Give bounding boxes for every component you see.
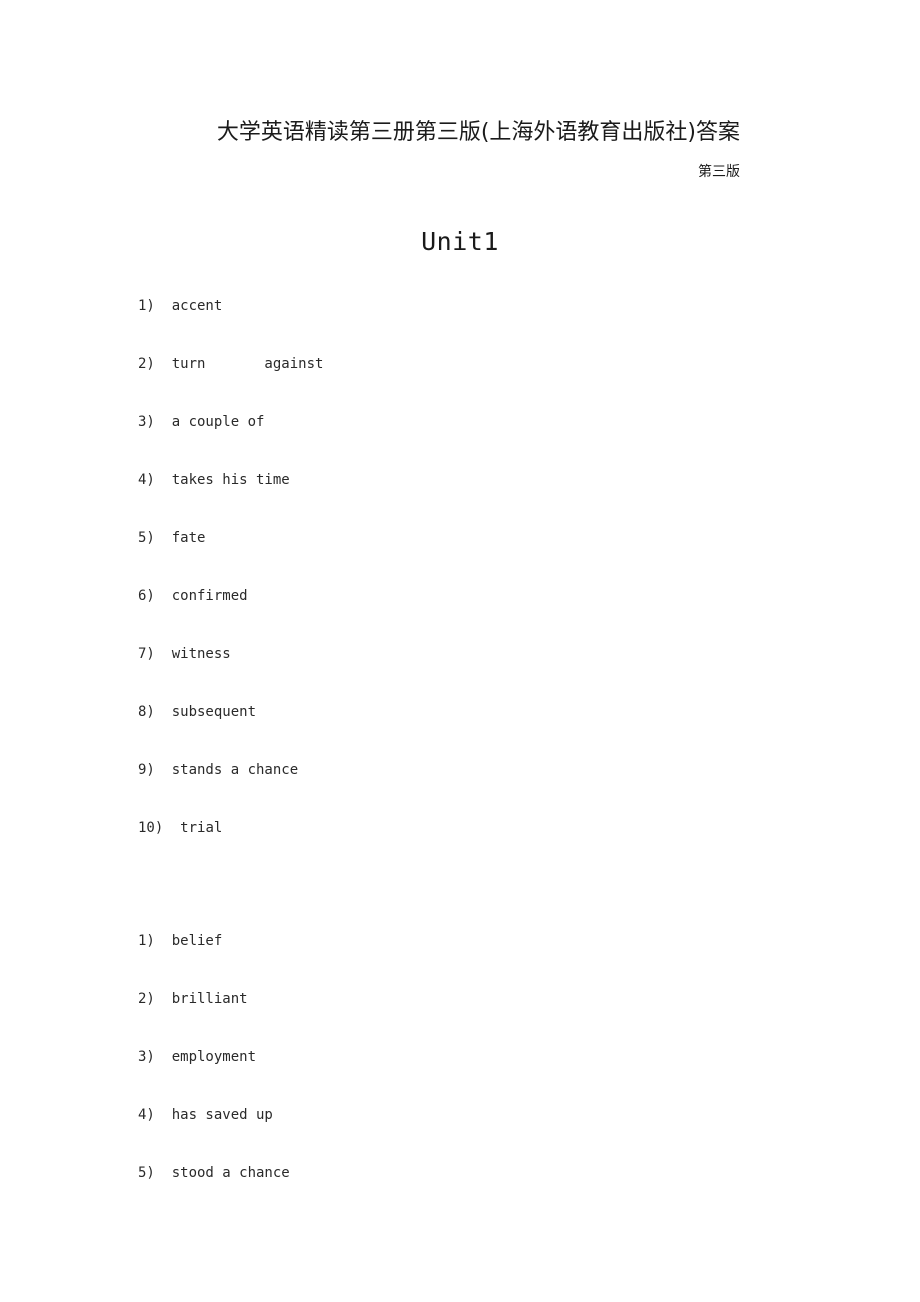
list-item-number: 1)	[138, 298, 155, 314]
list-item-answer: fate	[154, 530, 206, 546]
list-item: 4) has saved up	[138, 1104, 778, 1162]
list-item-answer: subsequent	[154, 704, 257, 720]
list-item-answer: witness	[154, 646, 231, 662]
list-item: 1) accent	[138, 295, 778, 353]
list-item-number: 5)	[138, 530, 155, 546]
list-item-number: 3)	[138, 414, 155, 430]
list-item: 1) belief	[138, 930, 778, 988]
list-item-answer: accent	[154, 298, 223, 314]
list-item-answer: employment	[154, 1049, 257, 1065]
list-item: 2) turn against	[138, 353, 778, 411]
list-item: 3) a couple of	[138, 411, 778, 469]
list-item-answer: belief	[154, 933, 223, 949]
list-item: 5) stood a chance	[138, 1162, 778, 1220]
list-item-number: 10)	[138, 820, 164, 836]
document-page: 大学英语精读第三册第三版(上海外语教育出版社)答案 第三版 Unit1 1) a…	[0, 0, 920, 1302]
unit-heading: Unit1	[421, 227, 499, 256]
list-item-answer: stood a chance	[154, 1165, 290, 1181]
list-item-number: 5)	[138, 1165, 155, 1181]
list-item-number: 7)	[138, 646, 155, 662]
answer-list-section-one: 1) accent 2) turn against 3) a couple of…	[138, 295, 778, 875]
list-item: 2) brilliant	[138, 988, 778, 1046]
list-item: 10) trial	[138, 817, 778, 875]
list-item-number: 8)	[138, 704, 155, 720]
list-item: 3) employment	[138, 1046, 778, 1104]
list-item: 9) stands a chance	[138, 759, 778, 817]
list-item-answer: stands a chance	[154, 762, 299, 778]
list-item: 7) witness	[138, 643, 778, 701]
list-item-number: 4)	[138, 1107, 155, 1123]
title-block: 大学英语精读第三册第三版(上海外语教育出版社)答案 第三版	[120, 118, 740, 182]
list-item-answer: turn against	[154, 356, 324, 372]
list-item-number: 1)	[138, 933, 155, 949]
edition-subtitle: 第三版	[698, 164, 740, 180]
list-item-answer: trial	[163, 820, 223, 836]
answer-list-section-two: 1) belief 2) brilliant 3) employment 4) …	[138, 930, 778, 1220]
list-item-answer: has saved up	[154, 1107, 273, 1123]
list-item-answer: takes his time	[154, 472, 290, 488]
list-item-answer: confirmed	[154, 588, 248, 604]
list-item: 8) subsequent	[138, 701, 778, 759]
list-item-number: 2)	[138, 356, 155, 372]
page-title: 大学英语精读第三册第三版(上海外语教育出版社)答案	[216, 120, 740, 145]
list-item-number: 3)	[138, 1049, 155, 1065]
list-item: 5) fate	[138, 527, 778, 585]
list-item-number: 9)	[138, 762, 155, 778]
list-item-number: 4)	[138, 472, 155, 488]
list-item-number: 2)	[138, 991, 155, 1007]
list-item-answer: brilliant	[154, 991, 248, 1007]
list-item-answer: a couple of	[154, 414, 265, 430]
list-item: 4) takes his time	[138, 469, 778, 527]
list-item-number: 6)	[138, 588, 155, 604]
list-item: 6) confirmed	[138, 585, 778, 643]
